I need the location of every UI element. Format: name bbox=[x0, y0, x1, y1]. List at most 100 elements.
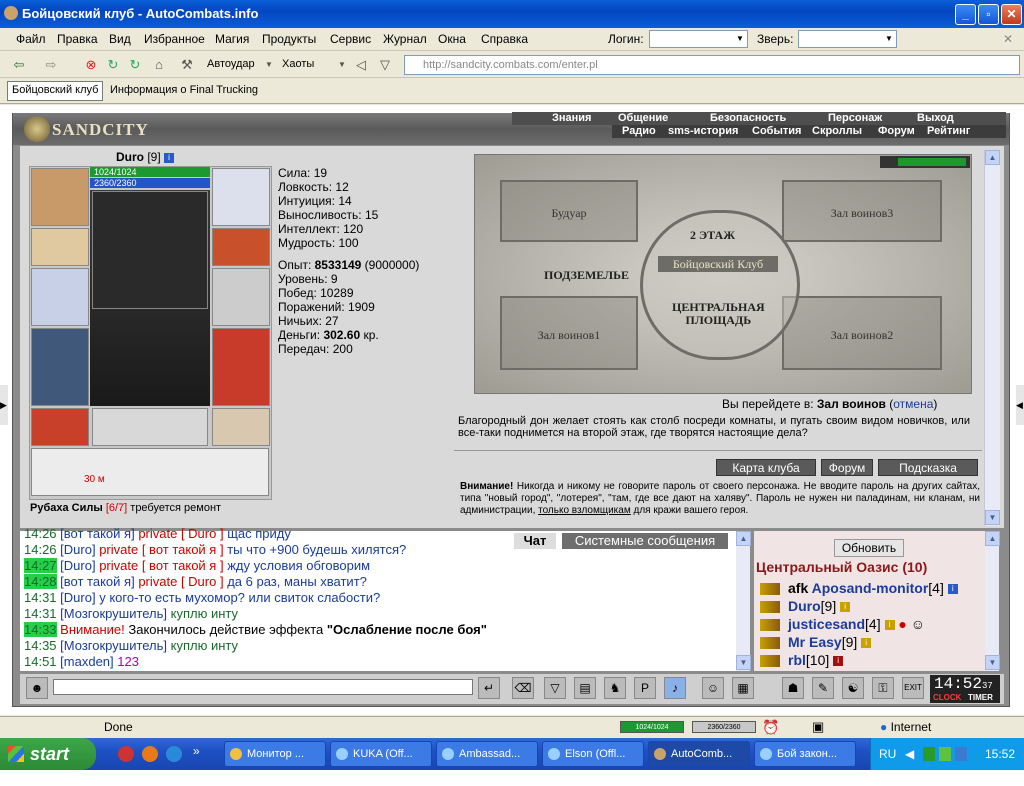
hint-button[interactable]: Подсказка bbox=[878, 459, 978, 476]
nav-sms[interactable]: sms-история bbox=[668, 125, 738, 138]
room-boudoir[interactable]: Будуар bbox=[500, 180, 638, 242]
list-item[interactable]: Duro[9] i bbox=[760, 597, 958, 615]
stop-icon[interactable]: ⊗ bbox=[82, 56, 100, 74]
menu-products[interactable]: Продукты bbox=[262, 32, 316, 46]
menu-favorites[interactable]: Избранное bbox=[144, 32, 205, 46]
club-map-button[interactable]: Карта клуба bbox=[716, 459, 816, 476]
walk-icon[interactable]: ♞ bbox=[604, 677, 626, 699]
online-scrollbar[interactable]: ▲ ▼ bbox=[985, 531, 1000, 671]
nav-knowledge[interactable]: Знания bbox=[552, 112, 591, 125]
user-icon[interactable]: ☗ bbox=[782, 677, 804, 699]
tray-arrow-icon[interactable]: ◀ bbox=[905, 738, 914, 770]
private-message-icon[interactable] bbox=[760, 619, 780, 632]
timer-label[interactable]: TIMER bbox=[968, 693, 993, 703]
nav-security[interactable]: Безопасность bbox=[710, 112, 786, 125]
address-bar[interactable]: http://sandcity.combats.com/enter.pl bbox=[404, 55, 1020, 75]
private-message-icon[interactable] bbox=[760, 637, 780, 650]
filter-icon[interactable]: ▽ bbox=[544, 677, 566, 699]
chat-scrollbar[interactable]: ▲ ▼ bbox=[736, 531, 751, 671]
grid-icon[interactable]: ▦ bbox=[732, 677, 754, 699]
sound-icon[interactable]: ◁ bbox=[352, 56, 370, 74]
chat-nick[interactable]: [вот такой я] bbox=[60, 526, 135, 541]
login-combo[interactable]: ▼ bbox=[649, 30, 748, 48]
chat-nick[interactable]: [вот такой я] bbox=[60, 574, 135, 589]
user-name[interactable]: justicesand bbox=[788, 616, 865, 632]
tray-icon[interactable] bbox=[923, 747, 935, 761]
home-icon[interactable]: ⌂ bbox=[150, 56, 168, 74]
chat-nick[interactable]: [Duro] bbox=[60, 558, 95, 573]
refresh-button[interactable]: Обновить bbox=[834, 539, 904, 557]
chevron-down-icon[interactable]: ▼ bbox=[260, 56, 278, 74]
room-warriors2[interactable]: Зал воинов2 bbox=[782, 296, 942, 370]
nav-radio[interactable]: Радио bbox=[622, 125, 656, 138]
beast-combo[interactable]: ▼ bbox=[798, 30, 897, 48]
scroll-down-icon[interactable]: ▼ bbox=[736, 655, 751, 670]
scroll-down-icon[interactable]: ▼ bbox=[985, 510, 1000, 525]
add-friend-icon[interactable]: ☺ bbox=[911, 616, 925, 632]
info-icon[interactable]: i bbox=[840, 602, 851, 613]
info-icon[interactable]: i bbox=[833, 656, 844, 667]
alarm-icon[interactable]: ⏰ bbox=[762, 719, 779, 736]
chat-nick[interactable]: [Мозгокрушитель] bbox=[60, 638, 167, 653]
tray-icon[interactable] bbox=[939, 747, 951, 761]
haoty-button[interactable]: Хаоты bbox=[282, 58, 314, 70]
list-item[interactable]: afk Aposand-monitor[4] i bbox=[760, 579, 958, 597]
scroll-up-icon[interactable]: ▲ bbox=[985, 150, 1000, 165]
smile-icon[interactable]: ☺ bbox=[702, 677, 724, 699]
maximize-button[interactable]: ▫ bbox=[978, 4, 999, 25]
eraser-icon[interactable]: ⌫ bbox=[512, 677, 534, 699]
nav-events[interactable]: События bbox=[752, 125, 801, 138]
autoudar-button[interactable]: Автоудар bbox=[207, 58, 255, 70]
user-name[interactable]: rbl bbox=[788, 652, 806, 668]
task-kuka[interactable]: KUKA (Off... bbox=[330, 741, 432, 767]
cancel-link[interactable]: отмена bbox=[893, 397, 933, 411]
forum-button[interactable]: Форум bbox=[821, 459, 873, 476]
chat-nick[interactable]: [maxden] bbox=[60, 654, 113, 669]
main-scrollbar[interactable]: ▲ ▼ bbox=[984, 150, 1000, 526]
tray-clock[interactable]: 15:52 bbox=[985, 738, 1015, 770]
refresh-icon[interactable]: ↻ bbox=[104, 56, 122, 74]
menu-magic[interactable]: Магия bbox=[215, 32, 249, 46]
right-collapse-icon[interactable]: ◀ bbox=[1016, 385, 1024, 425]
more-icon[interactable]: » bbox=[193, 744, 200, 758]
list-item[interactable]: Mr Easy[9] i bbox=[760, 633, 958, 651]
belt-slot[interactable] bbox=[31, 408, 89, 446]
pen-icon[interactable]: ✎ bbox=[812, 677, 834, 699]
nav-rating[interactable]: Рейтинг bbox=[927, 125, 970, 138]
chat-nick[interactable]: [Мозгокрушитель] bbox=[60, 606, 167, 621]
nav-forum[interactable]: Форум bbox=[878, 125, 915, 138]
chat-nick[interactable]: [Duro] bbox=[60, 590, 95, 605]
chat-input[interactable] bbox=[53, 679, 473, 695]
private-message-icon[interactable] bbox=[760, 601, 780, 614]
task-ambassad[interactable]: Ambassad... bbox=[436, 741, 538, 767]
firefox-icon[interactable] bbox=[142, 746, 158, 762]
character-name[interactable]: Duro [9] i bbox=[116, 150, 175, 164]
mask-icon[interactable]: ☯ bbox=[842, 677, 864, 699]
menu-file[interactable]: Файл bbox=[16, 32, 46, 46]
close-button[interactable]: ✕ bbox=[1001, 4, 1022, 25]
menu-help[interactable]: Справка bbox=[481, 32, 528, 46]
start-button[interactable]: start bbox=[0, 738, 96, 770]
filter-icon[interactable]: ▽ bbox=[376, 56, 394, 74]
private-message-icon[interactable] bbox=[760, 583, 780, 596]
send-icon[interactable]: ↵ bbox=[478, 677, 500, 699]
task-elson[interactable]: Elson (Offl... bbox=[542, 741, 644, 767]
info-icon[interactable]: i bbox=[947, 584, 958, 595]
gloves-slot[interactable] bbox=[212, 228, 270, 266]
info-icon[interactable]: i bbox=[861, 638, 872, 649]
save-icon[interactable]: ▤ bbox=[574, 677, 596, 699]
info-icon[interactable]: i bbox=[164, 152, 175, 163]
menu-edit[interactable]: Правка bbox=[57, 32, 98, 46]
tab-system-messages[interactable]: Системные сообщения bbox=[562, 533, 728, 549]
room-warriors1[interactable]: Зал воинов1 bbox=[500, 296, 638, 370]
back-icon[interactable]: ⇦ bbox=[10, 56, 28, 74]
menu-journal[interactable]: Журнал bbox=[383, 32, 427, 46]
nav-communication[interactable]: Общение bbox=[618, 112, 668, 125]
tab-chat[interactable]: Чат bbox=[514, 533, 556, 549]
scroll-down-icon[interactable]: ▼ bbox=[985, 655, 1000, 670]
room-warriors3[interactable]: Зал воинов3 bbox=[782, 180, 942, 242]
bracers-slot[interactable] bbox=[31, 228, 89, 266]
room-floor2[interactable]: 2 ЭТАЖ bbox=[690, 228, 735, 243]
chevron-down-icon[interactable]: ▼ bbox=[333, 56, 351, 74]
scroll-up-icon[interactable]: ▲ bbox=[985, 531, 1000, 546]
